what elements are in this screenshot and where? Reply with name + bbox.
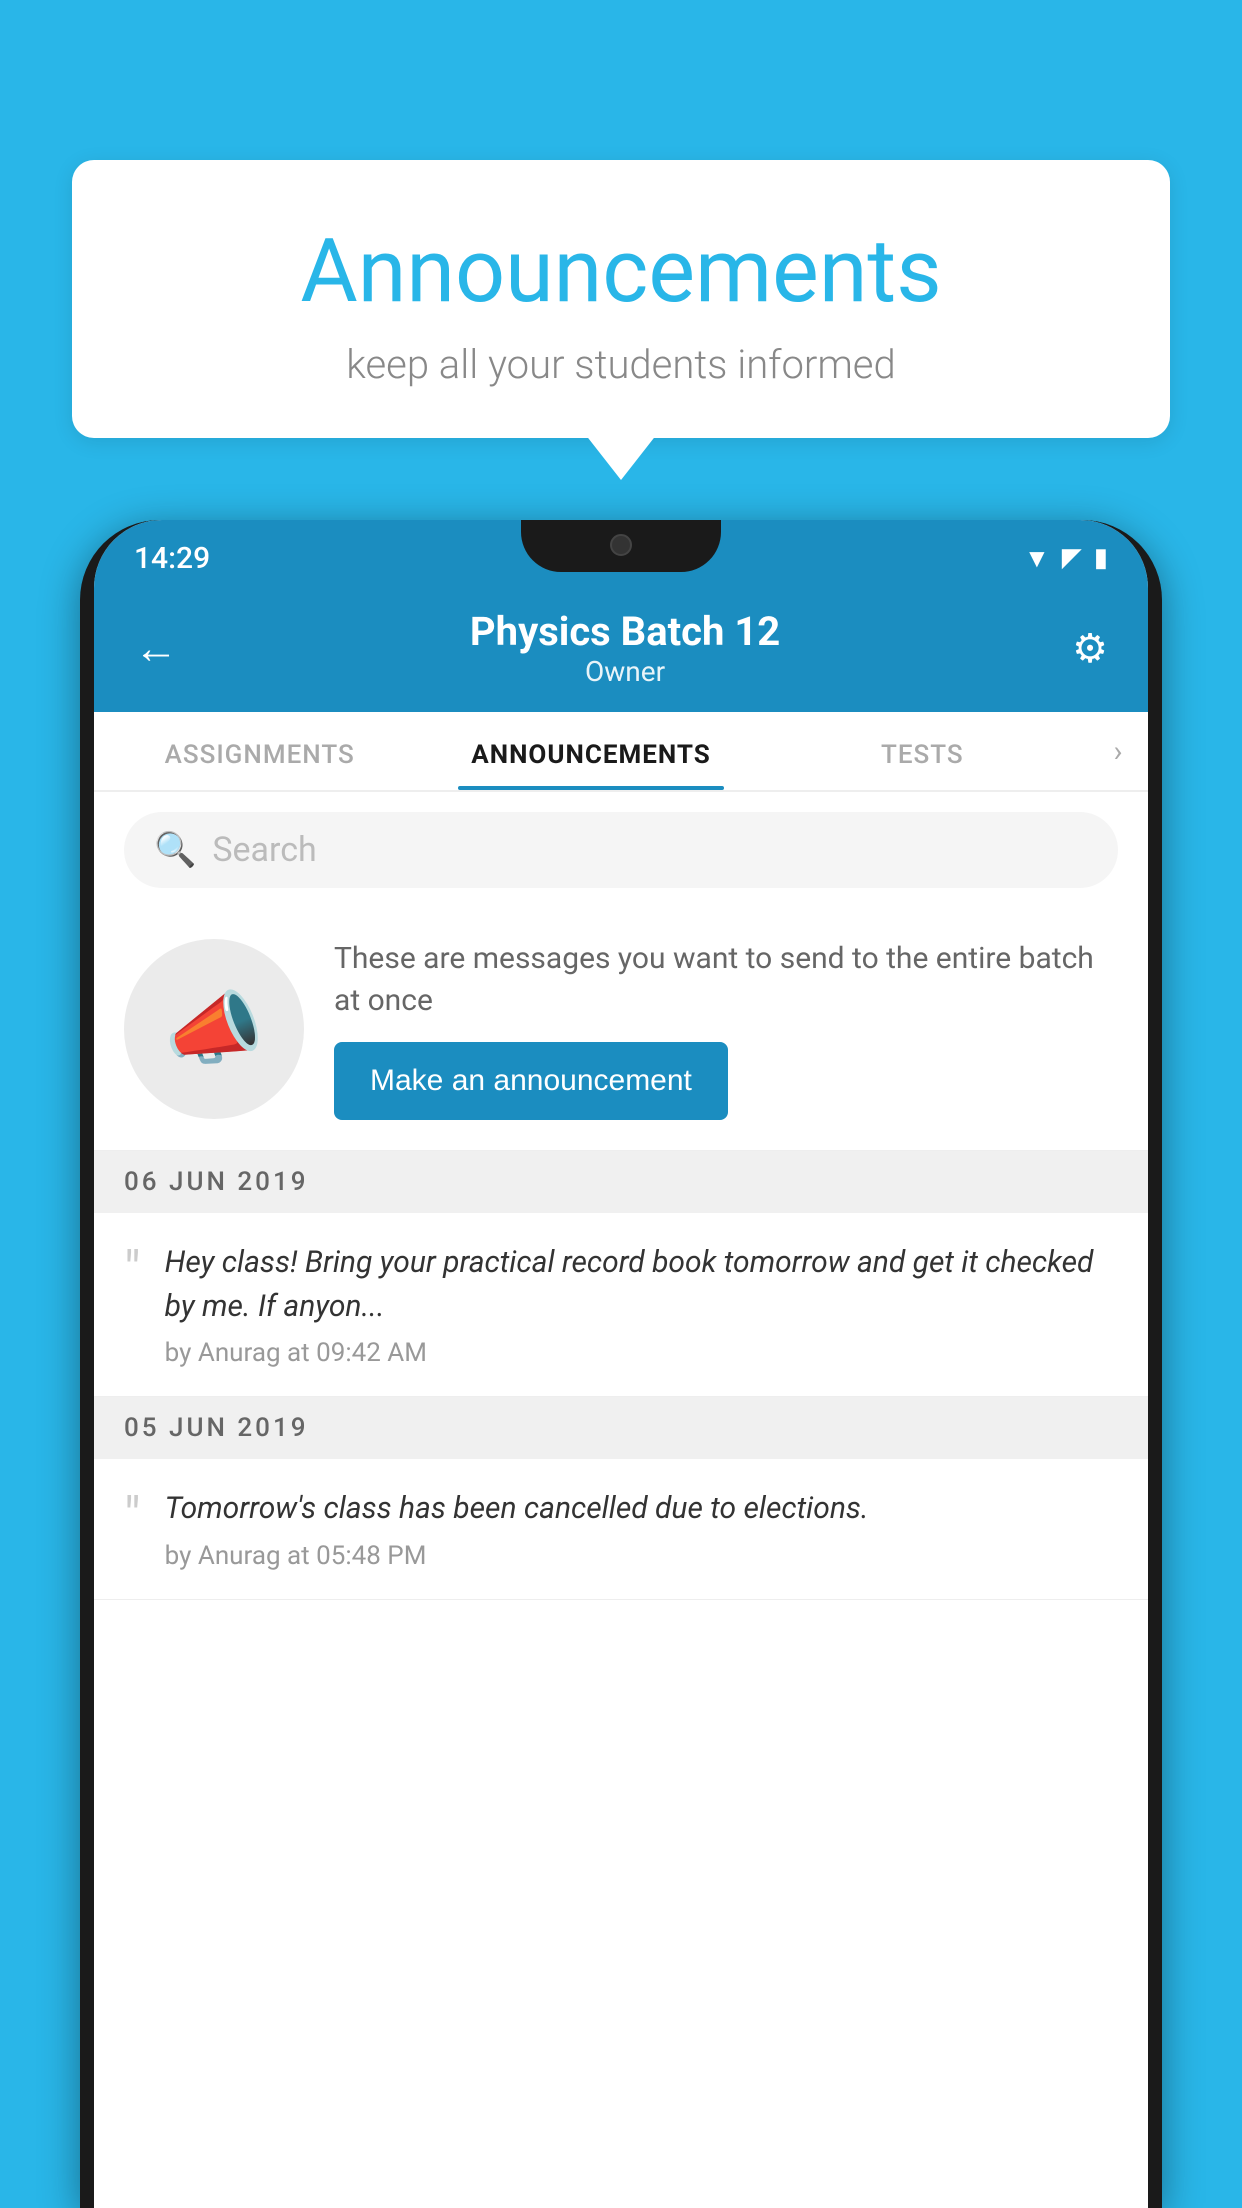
settings-icon[interactable]: ⚙ [1072,625,1108,672]
tab-more[interactable]: › [1088,712,1148,790]
phone-frame: 14:29 ▼ ◤ ▮ ← Physics Batch 12 Owner ⚙ A… [80,520,1162,2208]
make-announcement-button[interactable]: Make an announcement [334,1042,728,1120]
battery-icon: ▮ [1094,543,1108,573]
quote-icon-2: " [124,1491,141,1543]
speech-bubble: Announcements keep all your students inf… [72,160,1170,438]
notch [521,520,721,572]
status-icons: ▼ ◤ ▮ [1024,543,1108,574]
header-title: Physics Batch 12 [470,608,780,655]
phone-screen: 14:29 ▼ ◤ ▮ ← Physics Batch 12 Owner ⚙ A… [94,520,1148,2208]
signal-icon: ◤ [1062,543,1082,573]
bubble-subtitle: keep all your students informed [112,341,1130,388]
announcement-content-1: Hey class! Bring your practical record b… [165,1241,1118,1368]
camera [610,534,632,556]
quote-icon-1: " [124,1245,141,1297]
app-header: ← Physics Batch 12 Owner ⚙ [94,588,1148,712]
header-subtitle: Owner [470,655,780,688]
tab-tests[interactable]: TESTS [757,712,1088,790]
search-icon: 🔍 [154,830,196,870]
search-container: 🔍 Search [94,792,1148,908]
promo-content: These are messages you want to send to t… [334,938,1118,1120]
megaphone-icon: 📣 [164,982,264,1076]
announcement-text-2: Tomorrow's class has been cancelled due … [165,1487,1118,1531]
announcement-meta-1: by Anurag at 09:42 AM [165,1338,1118,1368]
back-button[interactable]: ← [134,622,178,674]
promo-description: These are messages you want to send to t… [334,938,1118,1022]
announcement-content-2: Tomorrow's class has been cancelled due … [165,1487,1118,1571]
search-bar[interactable]: 🔍 Search [124,812,1118,888]
bubble-title: Announcements [112,220,1130,323]
tab-announcements[interactable]: ANNOUNCEMENTS [425,712,756,790]
date-header-2: 05 JUN 2019 [94,1397,1148,1459]
promo-icon-circle: 📣 [124,939,304,1119]
announcement-meta-2: by Anurag at 05:48 PM [165,1541,1118,1571]
announcement-text-1: Hey class! Bring your practical record b… [165,1241,1118,1328]
promo-section: 📣 These are messages you want to send to… [94,908,1148,1151]
announcement-item-2: " Tomorrow's class has been cancelled du… [94,1459,1148,1600]
tab-assignments[interactable]: ASSIGNMENTS [94,712,425,790]
status-time: 14:29 [134,541,210,576]
header-title-group: Physics Batch 12 Owner [470,608,780,688]
search-placeholder: Search [212,830,316,870]
tab-bar: ASSIGNMENTS ANNOUNCEMENTS TESTS › [94,712,1148,792]
wifi-icon: ▼ [1024,543,1050,574]
date-header-1: 06 JUN 2019 [94,1151,1148,1213]
announcement-item-1: " Hey class! Bring your practical record… [94,1213,1148,1397]
